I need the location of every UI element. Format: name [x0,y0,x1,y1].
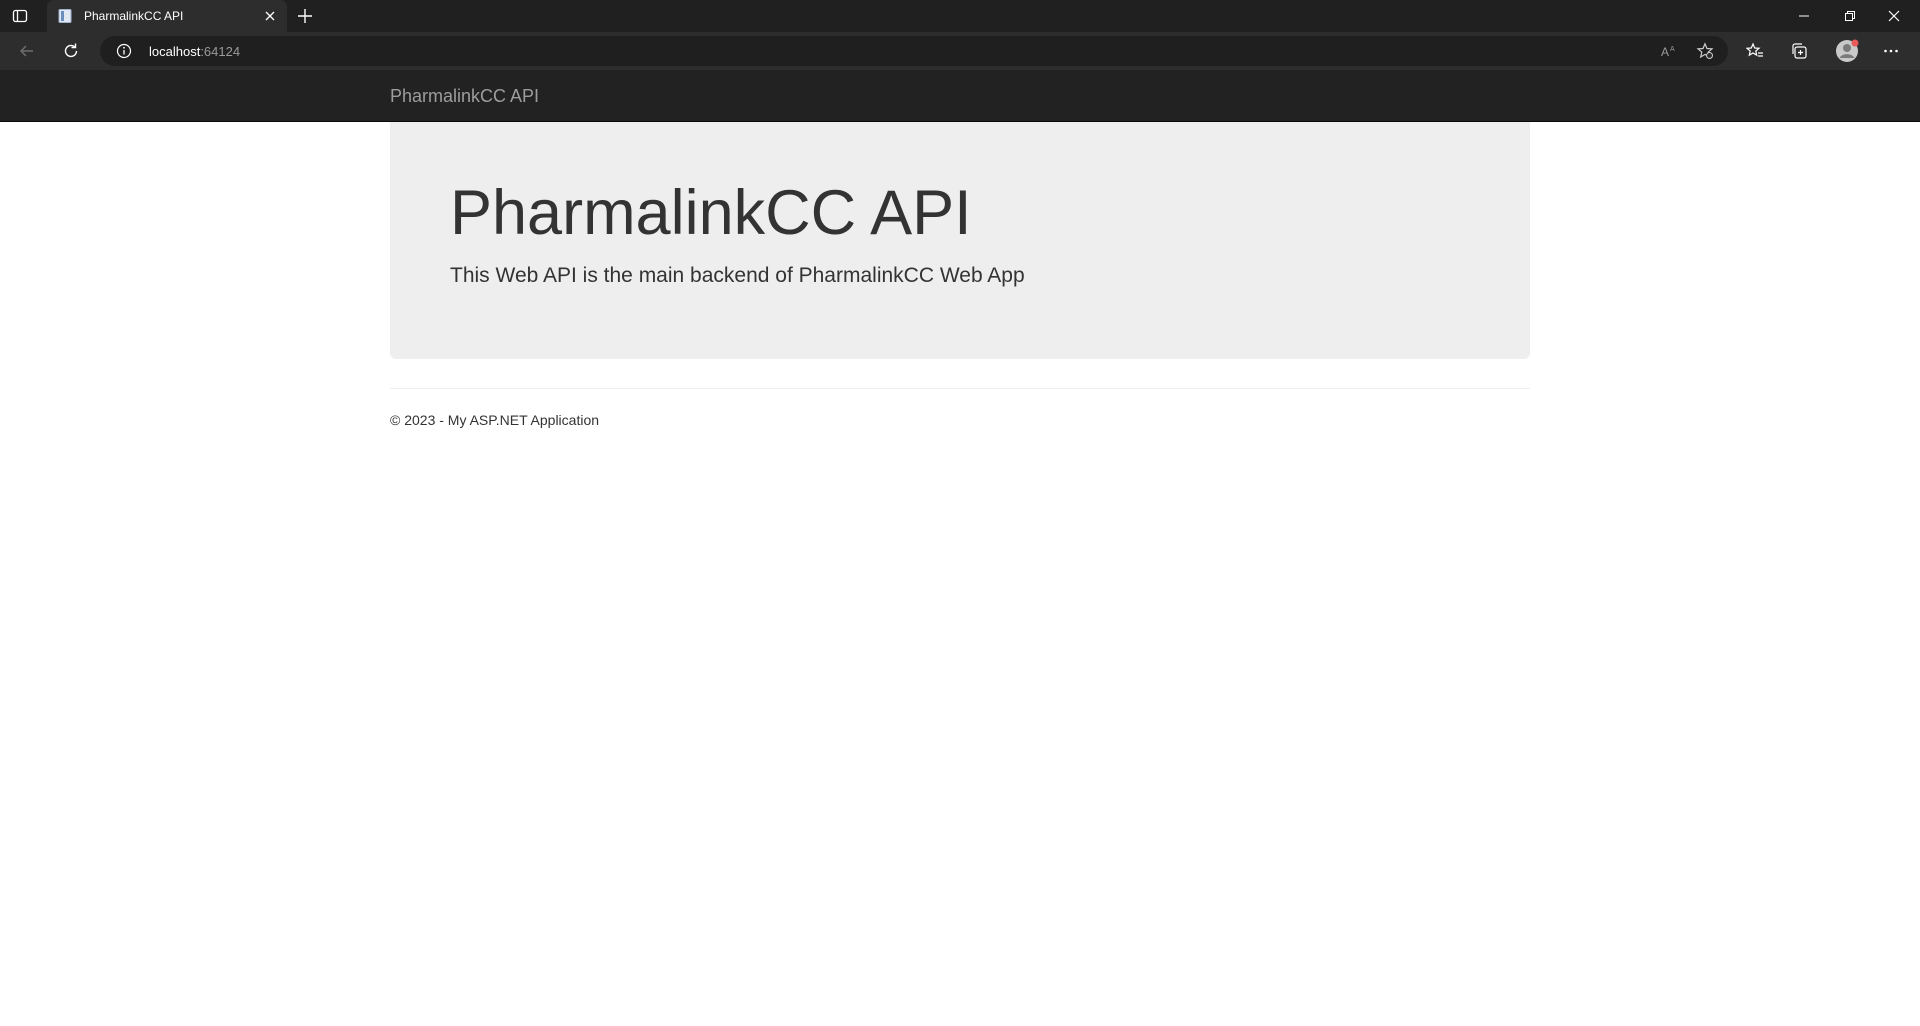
footer-copyright: © 2023 - My ASP.NET Application [390,412,600,428]
profile-avatar-icon[interactable] [1834,38,1860,64]
svg-text:A: A [1670,46,1675,53]
collections-icon[interactable] [1790,42,1808,60]
refresh-icon[interactable] [62,42,80,60]
more-options-icon[interactable] [1882,42,1900,60]
window-close-icon[interactable] [1886,8,1902,24]
browser-tabstrip: PharmalinkCC API [0,0,1920,32]
url-port: :64124 [200,44,241,59]
address-url[interactable]: localhost:64124 [149,44,240,59]
navbar-brand-link[interactable]: PharmalinkCC API [390,86,539,107]
tab-actions-icon[interactable] [12,8,28,24]
add-favorite-icon[interactable] [1696,42,1714,60]
read-aloud-icon[interactable]: AA [1660,42,1678,60]
tab-title: PharmalinkCC API [84,9,184,23]
restore-icon[interactable] [1842,8,1858,24]
new-tab-button[interactable] [296,7,314,25]
favorites-icon[interactable] [1746,42,1764,60]
page-favicon-icon [57,8,73,24]
site-info-icon[interactable] [116,43,132,59]
minimize-icon[interactable] [1796,8,1812,24]
tab-close-icon[interactable] [262,8,278,24]
url-host: localhost [149,44,201,59]
lead-text: This Web API is the main backend of Phar… [450,264,1025,287]
site-navbar: PharmalinkCC API [0,70,1920,122]
browser-toolbar: localhost:64124 AA [0,32,1920,70]
svg-text:A: A [1661,45,1669,59]
jumbotron: PharmalinkCC API This Web API is the mai… [390,122,1530,359]
address-bar[interactable]: localhost:64124 AA [100,36,1728,66]
footer-divider [390,388,1530,389]
browser-tab-active[interactable]: PharmalinkCC API [47,0,287,32]
back-arrow-icon[interactable] [18,42,36,60]
page-title: PharmalinkCC API [450,178,972,248]
